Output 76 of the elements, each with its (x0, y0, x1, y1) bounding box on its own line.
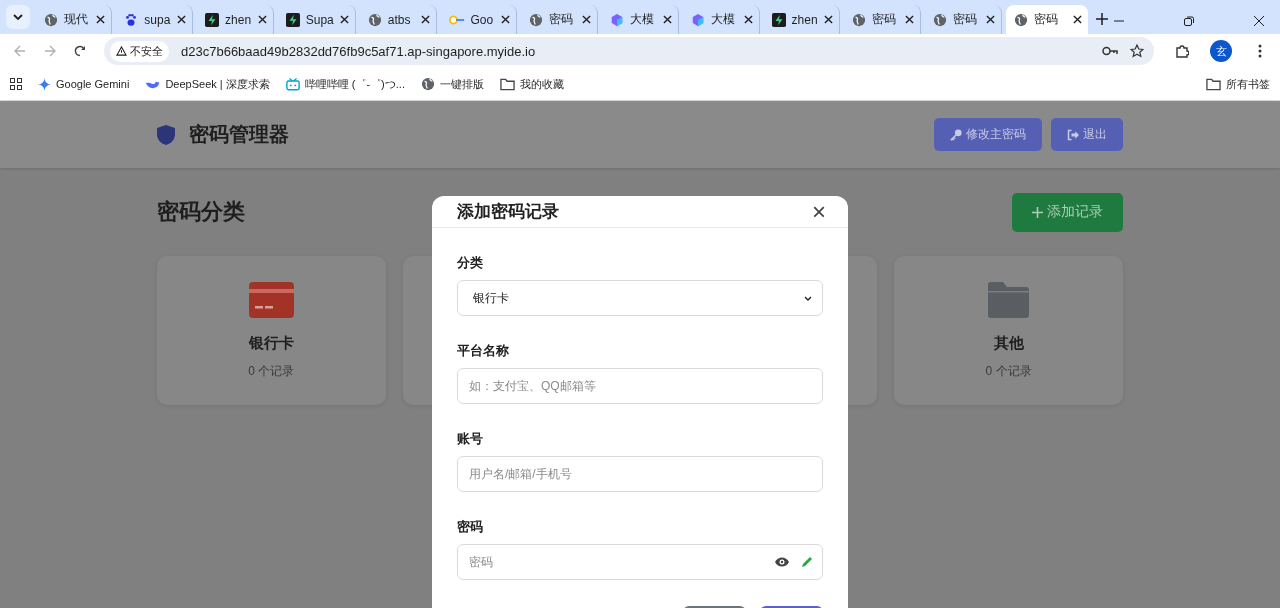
sparkle-icon (38, 77, 51, 91)
folder-icon (499, 77, 515, 91)
logout-icon (1067, 128, 1079, 141)
close-icon[interactable] (420, 15, 430, 24)
category-card[interactable]: 其他 0 个记录 (894, 256, 1123, 405)
key-icon[interactable] (1102, 46, 1118, 56)
dialog-title: 添加密码记录 (457, 201, 559, 223)
paw-icon (124, 12, 139, 27)
globe-icon (1013, 12, 1028, 27)
globe-icon (852, 12, 867, 27)
puzzle-icon[interactable] (1175, 44, 1189, 58)
close-icon[interactable] (257, 15, 267, 24)
close-icon[interactable] (96, 15, 106, 24)
bolt-icon (285, 12, 300, 27)
close-icon[interactable] (905, 15, 915, 24)
new-tab-icon[interactable] (1096, 13, 1109, 25)
close-button[interactable]: × (812, 199, 826, 224)
warning-icon (116, 46, 127, 56)
all-bookmarks[interactable]: 所有书签 (1206, 76, 1270, 92)
restore-icon[interactable] (1184, 16, 1194, 26)
apps-grid-icon[interactable] (10, 78, 22, 90)
category-select[interactable]: 银行卡 (457, 280, 823, 316)
globe-icon (420, 77, 435, 91)
header-button[interactable]: 退出 (1051, 118, 1123, 151)
globe-icon (43, 12, 58, 27)
header-button[interactable]: 修改主密码 (934, 118, 1042, 151)
cube-icon (610, 12, 625, 27)
category-card[interactable]: 银行卡 0 个记录 (157, 256, 386, 405)
browser-tab[interactable]: 密码 (1005, 5, 1089, 34)
globe-icon (529, 12, 544, 27)
plus-icon (1032, 206, 1043, 218)
close-icon[interactable] (824, 15, 834, 24)
key-icon (950, 128, 962, 141)
bookmark-item[interactable]: Google Gemini (38, 77, 130, 91)
reload-icon[interactable] (74, 45, 86, 57)
bookmark-item[interactable]: 哔哩哔哩 (゜-゜)つ... (285, 76, 405, 92)
chevron-down-icon (12, 14, 23, 20)
field-label: 密码 (457, 518, 484, 536)
bolt-icon (205, 12, 220, 27)
tv-icon (285, 77, 300, 91)
section-title: 密码分类 (157, 198, 245, 226)
shield-icon (157, 124, 175, 145)
bookmark-item[interactable]: 我的收藏 (499, 76, 564, 92)
close-icon[interactable] (662, 15, 672, 24)
close-icon[interactable] (339, 15, 349, 24)
field-label: 账号 (457, 430, 484, 448)
close-icon[interactable] (743, 15, 753, 24)
bookmark-item[interactable]: 一键排版 (420, 76, 484, 92)
security-chip[interactable]: 不安全 (110, 40, 169, 62)
profile-avatar[interactable]: 玄 (1210, 40, 1232, 62)
eye-icon[interactable] (775, 557, 789, 567)
cube-icon (690, 12, 705, 27)
url-text: d23c7b66baad49b2832dd76fb9c5af71.ap-singapore.myide.io (181, 43, 537, 59)
tab-list-button[interactable] (6, 5, 30, 29)
input-field[interactable]: 如：支付宝、QQ邮箱等 (457, 368, 823, 404)
pencil-icon[interactable] (801, 556, 813, 568)
close-icon[interactable] (501, 15, 511, 24)
address-bar[interactable]: 不安全 d23c7b66baad49b2832dd76fb9c5af71.ap-singapore.myide.io (104, 37, 1154, 65)
app-title: 密码管理器 (189, 122, 289, 147)
globe-icon (367, 12, 382, 27)
password-field[interactable]: 密码 (457, 544, 823, 580)
menu-icon[interactable] (1258, 44, 1262, 58)
star-icon[interactable] (1130, 44, 1144, 58)
close-icon[interactable] (177, 15, 187, 24)
input-field[interactable]: 用户名/邮箱/手机号 (457, 456, 823, 492)
close-icon[interactable] (1073, 15, 1083, 24)
folder-icon (1206, 77, 1221, 91)
chevron-down-icon (804, 295, 812, 301)
bookmark-item[interactable]: DeepSeek | 深度求索 (145, 76, 270, 92)
close-icon[interactable] (1254, 16, 1264, 26)
close-icon[interactable] (985, 15, 995, 24)
close-icon[interactable] (582, 15, 592, 24)
globe-icon (933, 12, 948, 27)
field-label: 分类 (457, 254, 484, 272)
field-label: 平台名称 (457, 342, 510, 360)
bolt-icon (771, 12, 786, 27)
